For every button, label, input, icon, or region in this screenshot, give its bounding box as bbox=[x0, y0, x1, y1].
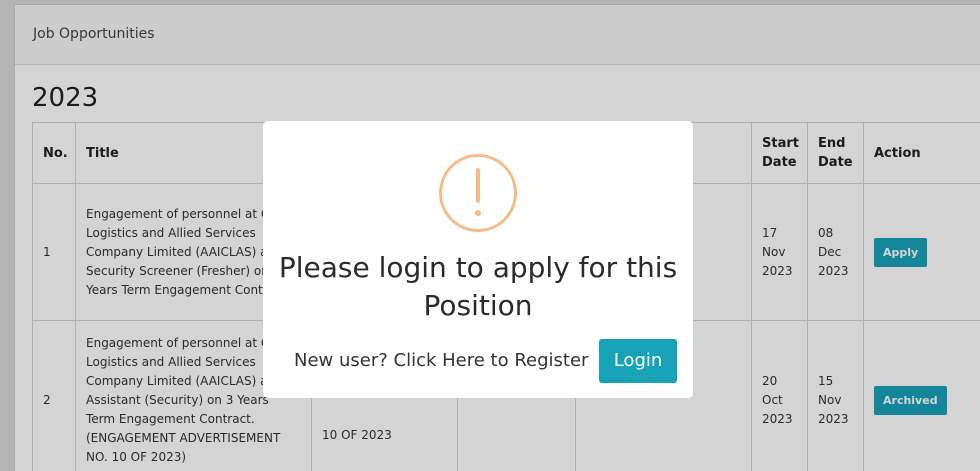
warning-exclamation-icon bbox=[439, 154, 517, 232]
register-link[interactable]: New user? Click Here to Register bbox=[294, 350, 588, 371]
login-button[interactable]: Login bbox=[599, 339, 677, 383]
login-required-dialog: Please login to apply for this Position … bbox=[263, 121, 693, 398]
dialog-title: Please login to apply for this Position bbox=[278, 251, 678, 322]
